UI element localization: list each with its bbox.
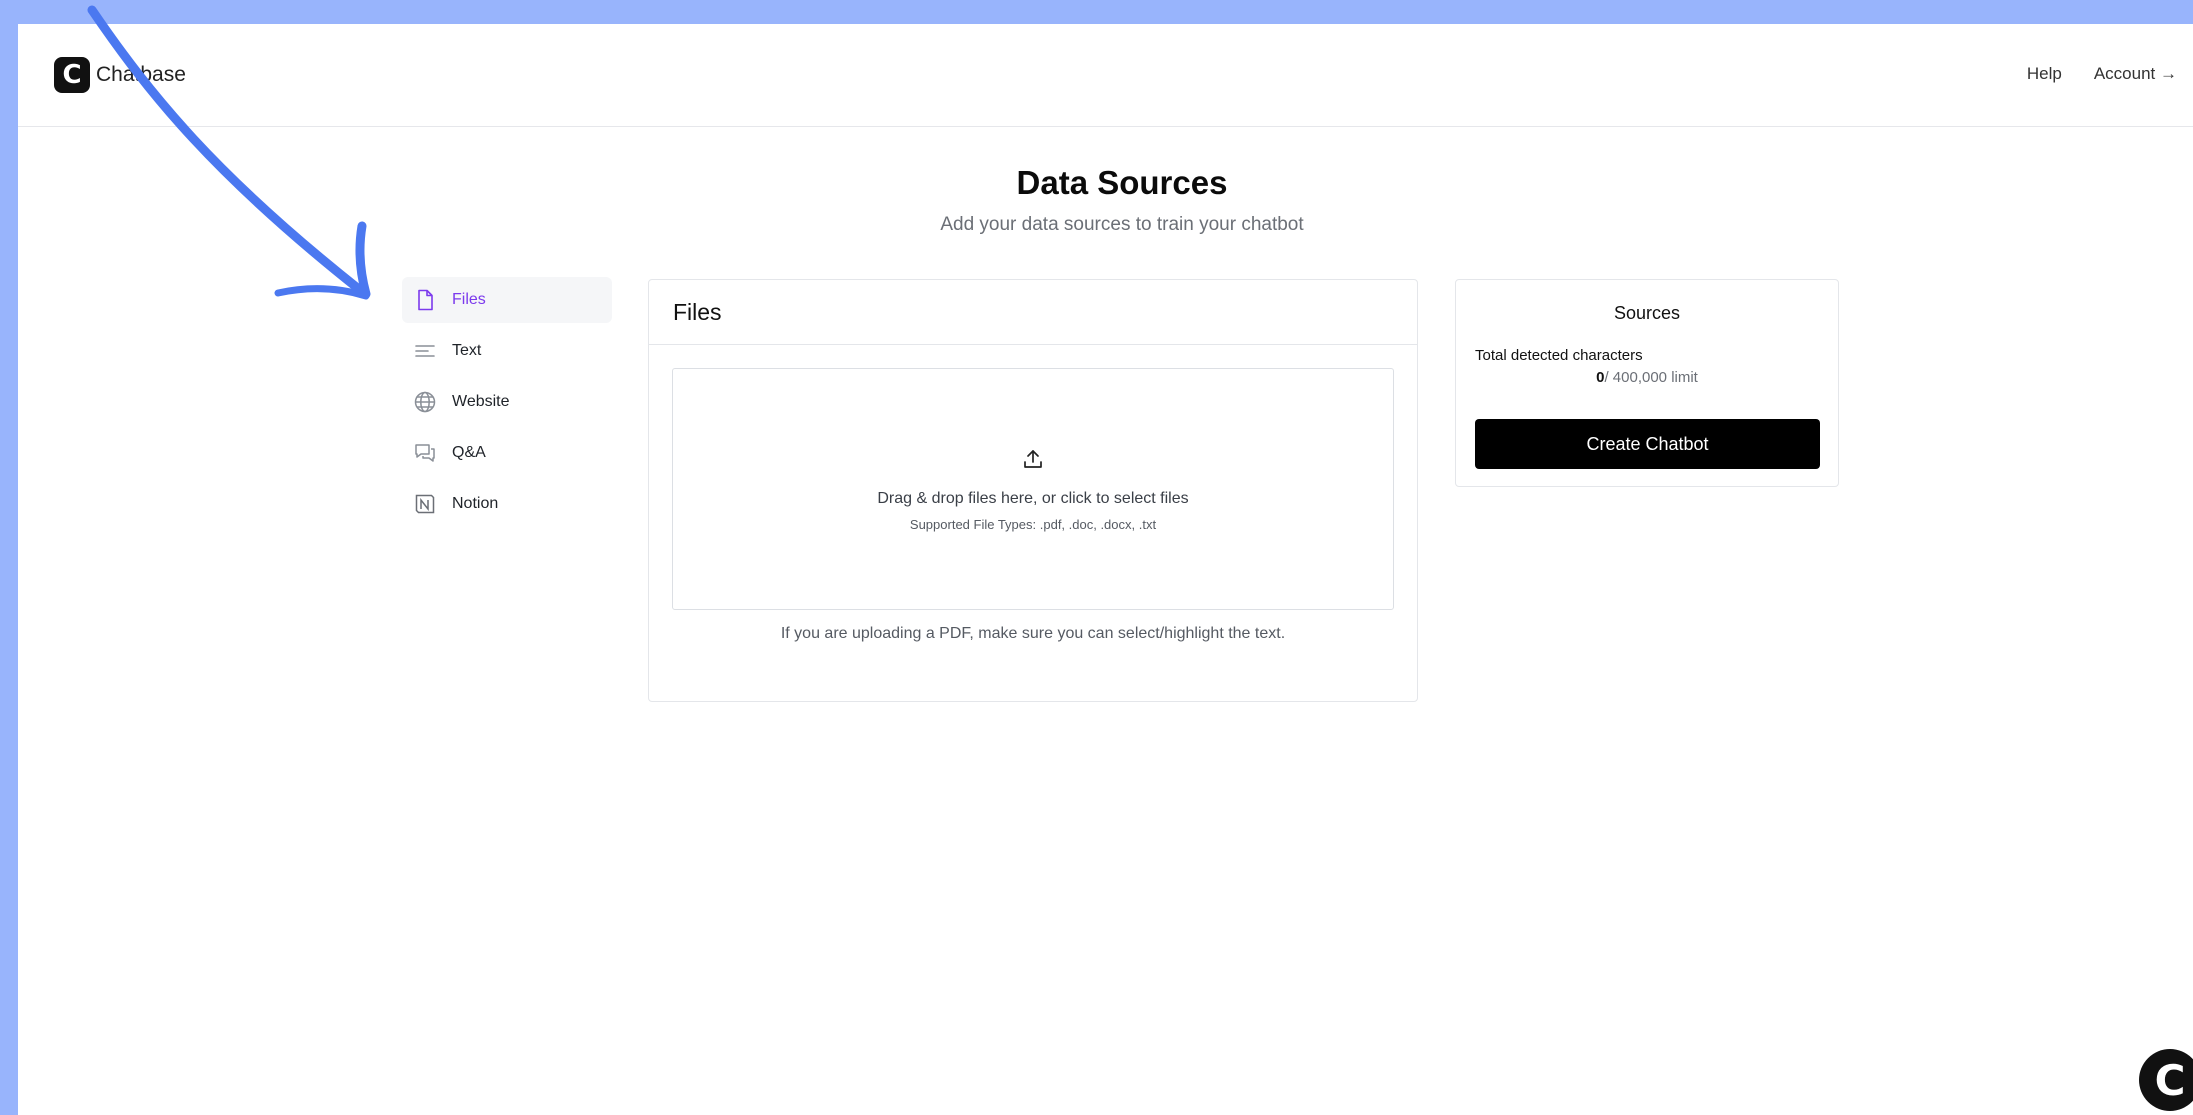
sources-panel: Sources Total detected characters 0/ 400…	[1455, 279, 1839, 487]
text-lines-icon	[412, 338, 438, 364]
upload-icon	[1021, 447, 1045, 476]
sidebar-item-label: Text	[452, 342, 482, 359]
brand-logo[interactable]: C Chatbase	[54, 57, 186, 93]
globe-icon	[412, 389, 438, 415]
sidebar-item-notion[interactable]: Notion	[402, 481, 612, 527]
file-dropzone[interactable]: Drag & drop files here, or click to sele…	[672, 368, 1394, 610]
data-source-sidebar: Files Text Website Q&A Notion	[402, 277, 612, 532]
files-panel-title: Files	[649, 280, 1417, 345]
page-subtitle: Add your data sources to train your chat…	[940, 214, 1304, 235]
chat-bubbles-icon	[412, 440, 438, 466]
supported-file-types: Supported File Types: .pdf, .doc, .docx,…	[909, 516, 1157, 532]
account-link[interactable]: Account →	[2094, 64, 2177, 84]
app-page: C Chatbase Help Account → Data Sources A…	[18, 24, 2193, 1115]
sidebar-item-label: Files	[452, 291, 486, 308]
sidebar-item-label: Website	[452, 393, 510, 410]
logo-mark-icon: C	[54, 57, 90, 93]
create-chatbot-button[interactable]: Create Chatbot	[1475, 419, 1820, 469]
top-navbar: C Chatbase Help Account →	[18, 24, 2193, 127]
sidebar-item-text[interactable]: Text	[402, 328, 612, 374]
sidebar-item-qa[interactable]: Q&A	[402, 430, 612, 476]
help-link[interactable]: Help	[2027, 64, 2062, 84]
header-nav: Help Account →	[2027, 64, 2177, 84]
total-characters-label: Total detected characters	[1475, 347, 1643, 364]
page-heading: Data Sources Add your data sources to tr…	[18, 164, 2193, 236]
sidebar-item-label: Q&A	[452, 444, 486, 461]
files-panel: Files Drag & drop files here, or click t…	[648, 279, 1418, 702]
sources-title: Sources	[1613, 303, 1681, 323]
character-count: 0/ 400,000 limit	[1456, 369, 1838, 386]
dropzone-instructions: Drag & drop files here, or click to sele…	[877, 489, 1189, 507]
character-limit: / 400,000 limit	[1604, 369, 1698, 386]
chat-widget-button[interactable]: C	[2139, 1049, 2193, 1111]
brand-name: Chatbase	[96, 63, 186, 86]
page-title: Data Sources	[1016, 164, 1228, 201]
file-icon	[412, 287, 438, 313]
sidebar-item-files[interactable]: Files	[402, 277, 612, 323]
pdf-note: If you are uploading a PDF, make sure yo…	[780, 625, 1286, 642]
sidebar-item-website[interactable]: Website	[402, 379, 612, 425]
notion-icon	[412, 491, 438, 517]
sidebar-item-label: Notion	[452, 495, 499, 512]
